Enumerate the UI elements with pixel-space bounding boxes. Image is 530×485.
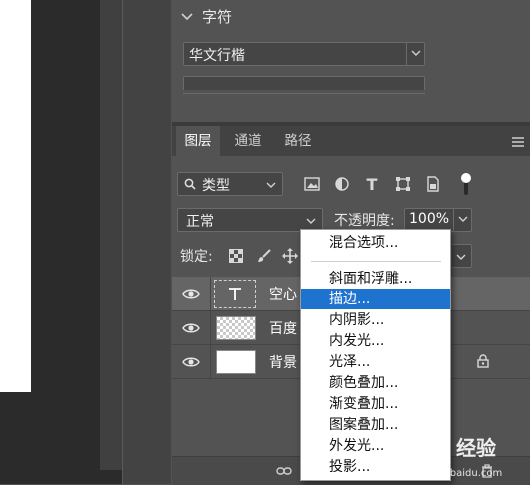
document-canvas[interactable]: [0, 0, 31, 392]
type-filter-icon[interactable]: T: [362, 174, 382, 194]
menu-item-gradient-overlay[interactable]: 渐变叠加...: [301, 394, 450, 414]
tab-channels[interactable]: 通道: [226, 126, 270, 156]
opacity-label: 不透明度:: [334, 213, 395, 229]
eye-icon[interactable]: [180, 283, 202, 305]
filter-toggle-switch[interactable]: [461, 173, 471, 195]
font-style-select[interactable]: [183, 76, 425, 90]
blend-mode-value: 正常: [186, 214, 214, 230]
character-panel: 字符 华文行楷: [172, 0, 530, 122]
chevron-down-icon: [306, 215, 316, 225]
menu-item-inner-glow[interactable]: 内发光...: [301, 331, 450, 351]
lock-icon: [477, 354, 489, 368]
menu-item-inner-shadow[interactable]: 内阴影...: [301, 310, 450, 330]
smart-object-filter-icon[interactable]: [423, 174, 443, 194]
baidu-jingyan-watermark: 经验 jingyan.baidu.com: [408, 424, 526, 482]
layer-divider: [210, 345, 211, 378]
font-family-select[interactable]: 华文行楷: [183, 42, 425, 66]
search-icon: [184, 178, 196, 190]
layer-divider: [210, 277, 211, 310]
panel-menu-icon[interactable]: [511, 136, 525, 148]
chevron-down-icon: [266, 179, 276, 189]
background-layer-thumbnail: [216, 350, 256, 374]
image-filter-icon[interactable]: [302, 174, 322, 194]
layer-filter-select[interactable]: 类型: [177, 172, 283, 196]
lock-label: 锁定:: [180, 249, 213, 265]
menu-item-bevel-emboss[interactable]: 斜面和浮雕...: [301, 269, 450, 289]
transparent-layer-thumbnail: [216, 316, 256, 340]
scroll-track[interactable]: [183, 93, 425, 94]
font-family-value: 华文行楷: [189, 48, 245, 64]
font-family-dropdown-button[interactable]: [406, 43, 424, 65]
layer-filter-label: 类型: [202, 178, 230, 194]
menu-item-stroke[interactable]: 描边...: [301, 289, 450, 309]
menu-item-satin[interactable]: 光泽...: [301, 352, 450, 372]
chevron-down-icon: [456, 251, 466, 261]
menu-item-color-overlay[interactable]: 颜色叠加...: [301, 373, 450, 393]
adjustment-filter-icon[interactable]: [332, 174, 352, 194]
menu-item-blending-options[interactable]: 混合选项...: [301, 233, 450, 253]
watermark-url: jingyan.baidu.com: [410, 468, 503, 479]
tab-layers[interactable]: 图层: [176, 126, 220, 156]
lock-image-pixels-brush-icon[interactable]: [254, 246, 274, 266]
menu-separator: [311, 261, 441, 262]
canvas-scroll-frame: [100, 0, 122, 470]
lock-position-move-icon[interactable]: [280, 246, 300, 266]
link-layers-icon[interactable]: [276, 465, 292, 475]
chevron-down-icon: [411, 47, 421, 62]
character-panel-title: 字符: [202, 8, 233, 26]
layer-divider: [210, 311, 211, 344]
fill-input[interactable]: [452, 244, 472, 268]
opacity-value: 100%: [409, 211, 450, 227]
layer-name[interactable]: 背景: [269, 352, 297, 372]
lock-transparent-pixels-icon[interactable]: [226, 246, 246, 266]
text-layer-thumbnail: [214, 280, 256, 308]
layer-name[interactable]: 百度: [269, 318, 297, 338]
shape-filter-icon[interactable]: [393, 174, 413, 194]
collapse-chevron-icon[interactable]: [180, 9, 194, 23]
eye-icon[interactable]: [180, 317, 202, 339]
baidu-paw-logo-icon: [414, 432, 447, 465]
watermark-text: 经验: [456, 436, 496, 460]
tab-paths[interactable]: 路径: [276, 126, 320, 156]
opacity-dropdown-button[interactable]: [453, 209, 471, 231]
chevron-down-icon: [458, 213, 468, 228]
eye-icon[interactable]: [180, 351, 202, 373]
layer-name[interactable]: 空心: [269, 284, 297, 304]
toggle-knob: [461, 173, 471, 183]
panel-dock-gutter: [122, 0, 171, 484]
